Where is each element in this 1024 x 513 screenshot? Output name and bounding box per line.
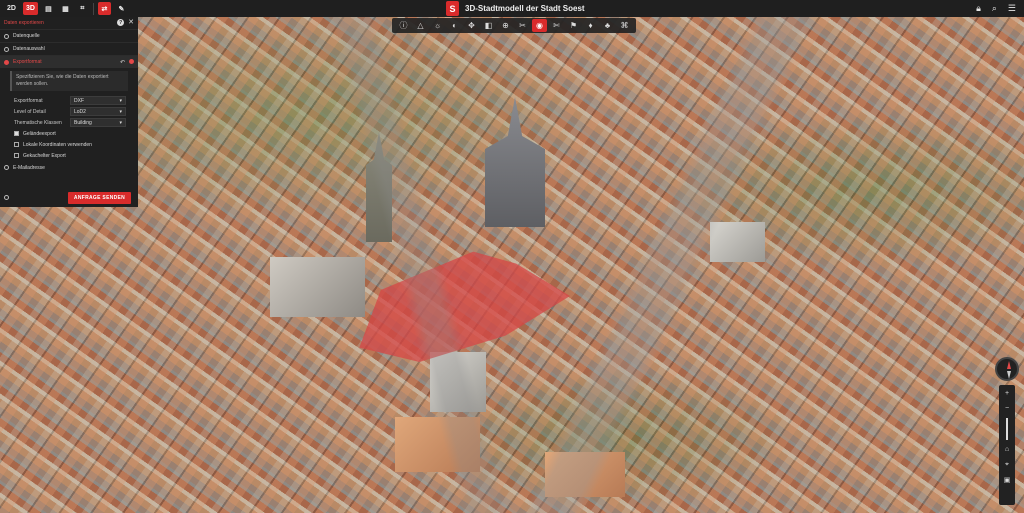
exportformat-select[interactable]: DXF ▾ [70, 96, 126, 105]
select-value: Building [74, 119, 92, 126]
info-icon[interactable]: ⓘ [396, 19, 411, 32]
help-icon[interactable]: ? [117, 19, 125, 26]
church-tower[interactable] [485, 97, 545, 227]
panel-header: Daten exportieren ? ✕ [0, 17, 138, 29]
logo: S [446, 1, 459, 16]
checkbox-label: Geländeexport [23, 130, 56, 137]
building[interactable] [545, 452, 625, 497]
undo-icon[interactable]: ↶ [120, 59, 125, 66]
step-label: Exportformat [13, 59, 42, 65]
lod-select[interactable]: LoD2 ▾ [70, 107, 126, 116]
tilt-slider[interactable] [1006, 418, 1008, 440]
checkbox[interactable] [14, 142, 19, 147]
church-tower[interactable] [366, 132, 392, 242]
step-datenauswahl[interactable]: Datenauswahl [0, 42, 138, 55]
step-dot [4, 46, 9, 52]
chevron-down-icon: ▾ [119, 108, 122, 115]
app-title-text: 3D-Stadtmodell der Stadt Soest [465, 4, 585, 13]
building[interactable] [710, 222, 765, 262]
search-icon[interactable]: ⌕ [992, 3, 997, 14]
tools-icon[interactable]: ⌗ [76, 2, 89, 15]
step-exportformat[interactable]: Exportformat ↶ [0, 55, 138, 68]
location-icon[interactable]: ⌖ [1001, 459, 1013, 470]
selected-building-highlight[interactable] [359, 251, 570, 362]
export-icon[interactable]: ⇄ [97, 2, 111, 15]
checkbox-local-coordinates[interactable]: Lokale Koordinaten verwenden [0, 139, 138, 150]
close-icon[interactable]: ✕ [128, 19, 134, 26]
step-datenquelle[interactable]: Datenquelle [0, 29, 138, 42]
field-label: Level of Detail [14, 108, 46, 115]
building[interactable] [395, 417, 480, 472]
map-3d-view[interactable] [0, 17, 1024, 513]
export-panel: Daten exportieren ? ✕ Datenquelle Datena… [0, 17, 138, 207]
step-email[interactable]: E-Mailadresse [0, 161, 138, 174]
checkbox-label: Gekachelter Export [23, 152, 66, 159]
top-bar: 2D 3D ▤ ▦ ⌗ ⇄ ✎ S 3D-Stadtmodell der Sta… [0, 0, 1024, 17]
divider [92, 2, 94, 15]
highlight-icon[interactable]: ◉ [532, 19, 547, 32]
checkbox-terrain-export[interactable]: Geländeexport [0, 128, 138, 139]
thematic-classes-select[interactable]: Building ▾ [70, 118, 126, 127]
layers-icon[interactable]: ▤ [42, 2, 55, 15]
step-dot [4, 165, 9, 170]
step-label: Datenquelle [13, 33, 40, 39]
chevron-down-icon: ▾ [119, 97, 122, 104]
checkbox-label: Lokale Koordinaten verwenden [23, 141, 92, 148]
transparency-icon[interactable]: ◧ [481, 19, 496, 32]
step-dot [4, 59, 9, 65]
field-label: Thematische Klassen [14, 119, 62, 126]
pointer-icon[interactable]: ⊕ [498, 19, 513, 32]
clip-icon[interactable]: ✂ [515, 19, 530, 32]
screenshot-icon[interactable]: ▣ [1001, 474, 1013, 485]
send-request-button[interactable]: ANFRAGE SENDEN [68, 192, 131, 204]
field-label: Exportformat [14, 97, 43, 104]
shadow-icon[interactable]: ☼ [430, 19, 445, 32]
tree-icon[interactable]: ♣ [600, 19, 615, 32]
compass-icon[interactable] [995, 357, 1019, 381]
field-thematic-classes: Thematische Klassen Building ▾ [0, 117, 138, 128]
top-right-actions: 🔒︎ ⌕ ☰ [976, 0, 1016, 17]
field-lod: Level of Detail LoD2 ▾ [0, 106, 138, 117]
checkbox-tiled-export[interactable]: Gekachelter Export [0, 150, 138, 161]
step-label: Datenauswahl [13, 46, 45, 52]
measure-triangle-icon[interactable]: △ [413, 19, 428, 32]
info-text: Spezifizieren Sie, wie die Daten exporti… [10, 71, 128, 91]
move-icon[interactable]: ✥ [464, 19, 479, 32]
step-dot [4, 195, 9, 200]
status-dot [129, 59, 134, 64]
panel-title: Daten exportieren [4, 20, 44, 26]
draw-icon[interactable]: ✎ [115, 2, 128, 15]
home-icon[interactable]: ⌂ [1001, 444, 1013, 455]
light-icon[interactable]: ♦ [583, 19, 598, 32]
menu-icon[interactable]: ☰ [1008, 3, 1016, 14]
zoom-in-icon[interactable]: + [1001, 388, 1013, 399]
visibility-icon[interactable]: ⌘ [617, 19, 632, 32]
lock-icon[interactable]: 🔒︎ [976, 3, 981, 14]
flag-icon[interactable]: ⚑ [566, 19, 581, 32]
app-title: S 3D-Stadtmodell der Stadt Soest [446, 0, 585, 17]
step-dot [4, 33, 9, 39]
view-2d-button[interactable]: 2D [4, 2, 19, 15]
select-value: LoD2 [74, 108, 86, 115]
building[interactable] [270, 257, 365, 317]
field-exportformat: Exportformat DXF ▾ [0, 95, 138, 106]
zoom-out-icon[interactable]: − [1001, 403, 1013, 414]
chevron-down-icon: ▾ [119, 119, 122, 126]
navigation-controls: + − ⌂ ⌖ ▣ [994, 357, 1020, 509]
map-toolbar: ⓘ △ ☼ ◐ ✥ ◧ ⊕ ✂ ◉ ✄ ⚑ ♦ ♣ ⌘ [392, 18, 636, 33]
sun-icon[interactable]: ◐ [447, 19, 462, 32]
view-3d-button[interactable]: 3D [22, 2, 38, 15]
building[interactable] [430, 352, 486, 412]
grid-icon[interactable]: ▦ [59, 2, 72, 15]
select-value: DXF [74, 97, 84, 104]
checkbox[interactable] [14, 153, 19, 158]
cut-icon[interactable]: ✄ [549, 19, 564, 32]
checkbox[interactable] [14, 131, 19, 136]
step-label: E-Mailadresse [13, 164, 45, 171]
nav-bar: + − ⌂ ⌖ ▣ [999, 385, 1015, 505]
